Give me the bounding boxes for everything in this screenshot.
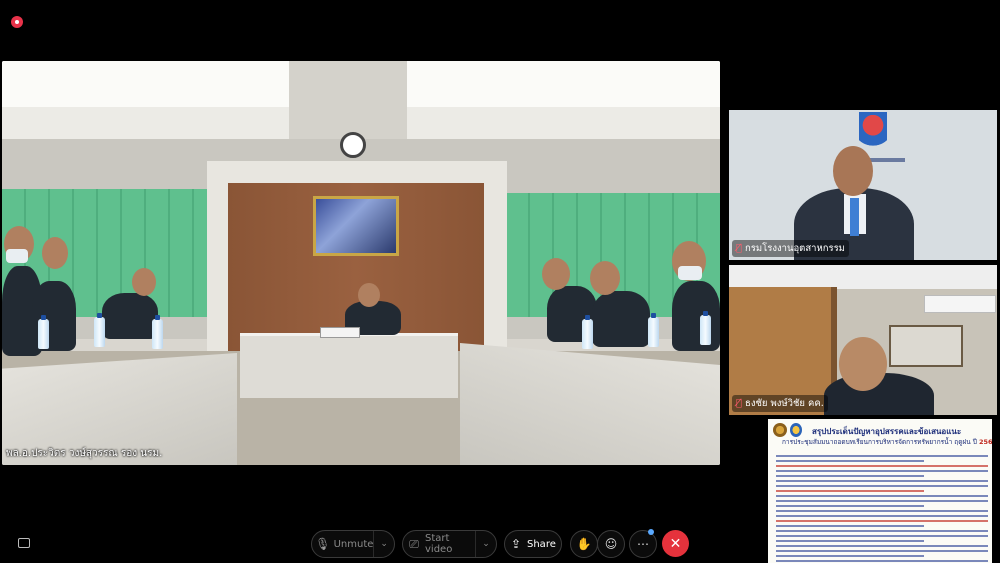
leave-meeting-button[interactable]: ✕	[662, 530, 689, 557]
mic-muted-icon: 🎙̸	[736, 243, 743, 254]
water-bottle-icon	[582, 315, 593, 349]
water-bottle-icon	[152, 315, 163, 349]
hand-icon: ✋	[576, 537, 592, 551]
scene-light	[2, 61, 289, 107]
main-video-caption: พล.อ.ประวิตร วงษ์สุวรรณ รอง นรม.	[6, 448, 163, 459]
water-bottle-icon	[94, 313, 105, 347]
scene-person-head	[42, 237, 68, 269]
smiley-icon: ☺	[604, 537, 618, 551]
video-off-icon: ⎚	[409, 536, 419, 551]
participant-name: กรมโรงงานอุตสาหกรรม	[745, 243, 845, 254]
document-subtitle: การประชุมสัมมนาถอดบทเรียนการบริหารจัดการ…	[782, 438, 992, 446]
scene-light	[407, 61, 720, 107]
water-bottle-icon	[38, 315, 49, 349]
chevron-down-icon[interactable]: ⌄	[475, 531, 496, 557]
participant-tile[interactable]: 🎙̸ กรมโรงงานอุตสาหกรรม	[729, 110, 997, 260]
participant-name-label: 🎙̸ ธงชัย พงษ์วิชัย คค.	[732, 395, 828, 412]
start-video-button[interactable]: ⎚ Start video ⌄	[402, 530, 497, 558]
scene-portrait	[313, 196, 399, 256]
participant-tie	[850, 198, 859, 236]
department-logo-icon	[790, 423, 802, 437]
scene-person-head	[358, 283, 380, 307]
scene-nameplate	[320, 327, 360, 338]
close-icon: ✕	[669, 535, 682, 552]
scene-person-head	[132, 268, 156, 296]
participant-head	[833, 146, 873, 196]
share-screen-icon: ⇪	[510, 537, 522, 551]
scene-beam	[289, 61, 407, 139]
mic-muted-icon: 🎙	[315, 537, 331, 551]
ellipsis-icon: ⋯	[637, 537, 649, 551]
participant-name-label: 🎙̸ กรมโรงงานอุตสาหกรรม	[732, 240, 849, 257]
scene-person	[592, 291, 650, 347]
water-bottle-icon	[648, 313, 659, 347]
raise-hand-button[interactable]: ✋	[570, 530, 598, 558]
chat-icon[interactable]	[18, 538, 30, 548]
recording-indicator-icon	[11, 16, 23, 28]
participant-head	[839, 337, 887, 391]
meeting-toolbar: 🎙 Unmute ⌄ ⎚ Start video ⌄ ⇪ Share ✋ ☺ ⋯…	[0, 529, 1000, 560]
scene-ceiling	[729, 265, 997, 289]
notification-dot	[648, 529, 654, 535]
scene-mask	[678, 266, 702, 280]
participant-name: ธงชัย พงษ์วิชัย คค.	[745, 398, 824, 409]
unmute-button[interactable]: 🎙 Unmute ⌄	[311, 530, 395, 558]
wall-clock-icon	[340, 132, 366, 158]
water-bottle-icon	[700, 311, 711, 345]
scene-person-head	[542, 258, 570, 290]
scene-person-head	[590, 261, 620, 295]
scene-window	[889, 325, 963, 367]
chevron-down-icon[interactable]: ⌄	[373, 531, 394, 557]
scene-mask	[6, 249, 28, 263]
scene-table	[240, 333, 458, 398]
main-video-feed[interactable]: พล.อ.ประวิตร วงษ์สุวรรณ รอง นรม.	[2, 61, 720, 465]
air-conditioner-icon	[924, 295, 996, 313]
scene-person	[102, 293, 158, 339]
reactions-button[interactable]: ☺	[597, 530, 625, 558]
scene-person	[672, 281, 720, 351]
mic-muted-icon: 🎙̸	[736, 398, 743, 409]
share-button[interactable]: ⇪ Share	[504, 530, 562, 558]
government-seal-icon	[773, 423, 787, 437]
participant-tile[interactable]: 🎙̸ ธงชัย พงษ์วิชัย คค.	[729, 265, 997, 415]
